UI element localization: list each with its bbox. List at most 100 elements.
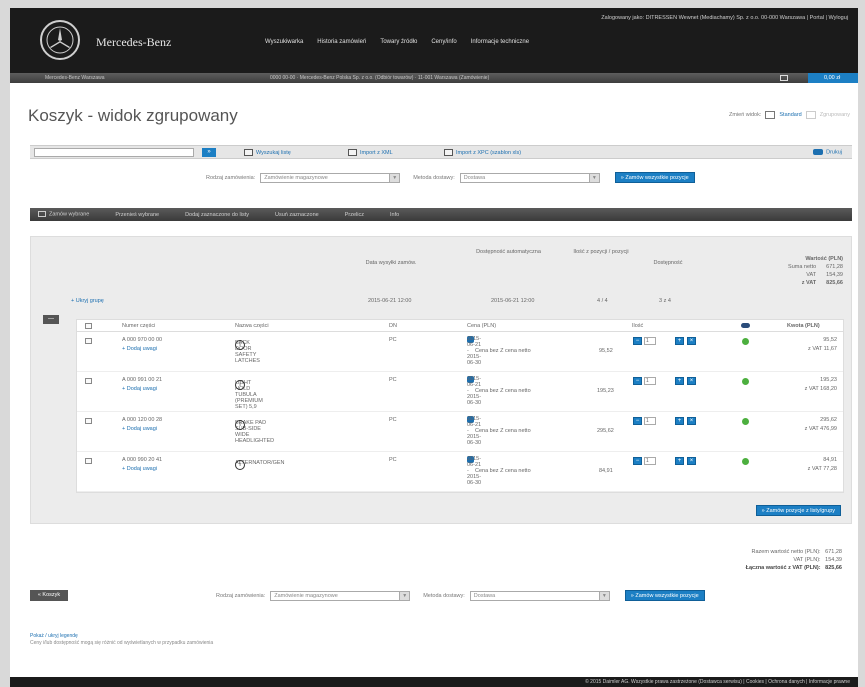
mercedes-star-logo-icon[interactable]	[40, 20, 80, 60]
qty-minus-button[interactable]: −	[633, 337, 642, 345]
delivery-select[interactable]: Dostawa ▼	[459, 172, 600, 183]
dropdown-arrow-icon: ▼	[598, 591, 609, 600]
part-number[interactable]: A 000 120 00 28	[122, 417, 162, 423]
qty-input[interactable]: 1	[644, 457, 656, 465]
dn-value: PC	[389, 337, 397, 343]
import-xpc-link[interactable]: Import z XPC (szablon xls)	[444, 149, 521, 156]
cart-total: 0,00 zł	[824, 75, 841, 81]
part-number[interactable]: A 000 970 00 00	[122, 337, 162, 343]
delivery-value: Dostawa	[473, 592, 496, 599]
dropdown-arrow-icon: ▼	[389, 173, 400, 182]
unit-price: 295,62	[597, 428, 614, 434]
nav-item[interactable]: Informacje techniczne	[471, 39, 529, 45]
qty-plus-button[interactable]: +	[675, 457, 684, 465]
nav-item[interactable]: Towary źródło	[380, 39, 417, 45]
row-amount: 95,52	[823, 337, 837, 343]
list-view-icon[interactable]	[765, 111, 776, 119]
qty-input[interactable]: 1	[644, 417, 656, 425]
add-note-link[interactable]: + Dodaj uwagi	[122, 346, 157, 352]
toolbar-move-selected[interactable]: Przenieś wybrane	[115, 212, 159, 218]
part-number[interactable]: A 000 991 00 21	[122, 377, 162, 383]
print-label: Drukuj	[826, 149, 842, 156]
collapse-group-button[interactable]: —	[43, 315, 59, 324]
price-label: Cena bez Z cena netto	[475, 468, 531, 474]
header-delivery-date: Data wysyłki zamów.	[365, 260, 417, 266]
order-group-button[interactable]: » Zamów pozycje z listy/grupy	[755, 505, 841, 516]
import-xml-link[interactable]: Import z XML	[348, 149, 393, 156]
order-type-select[interactable]: Zamówienie magazynowe ▼	[270, 590, 411, 601]
toolbar-add-to-list[interactable]: Dodaj zaznaczone do listy	[185, 212, 249, 218]
info-icon[interactable]: i	[235, 340, 245, 350]
qty-input[interactable]: 1	[644, 377, 656, 385]
monitor-icon[interactable]	[780, 75, 788, 81]
delivery-label: Metoda dostawy:	[423, 592, 465, 599]
toolbar-info[interactable]: Info	[390, 212, 399, 218]
nav-item[interactable]: Historia zamówień	[317, 39, 366, 45]
info-icon[interactable]: i	[235, 460, 245, 470]
qty-plus-button[interactable]: +	[675, 337, 684, 345]
order-all-button[interactable]: » Zamów wszystkie pozycje	[624, 590, 705, 601]
col-name[interactable]: Nazwa części	[235, 323, 269, 329]
footer[interactable]: © 2015 Daimler AG. Wszystkie prawa zastr…	[10, 677, 858, 687]
cloud-icon	[741, 323, 750, 328]
back-to-cart-button[interactable]: « Koszyk	[30, 590, 68, 601]
qty-minus-button[interactable]: −	[633, 417, 642, 425]
qty-plus-button[interactable]: +	[675, 417, 684, 425]
delete-row-button[interactable]: ×	[687, 377, 696, 385]
toolbar-order-selected[interactable]: Zamów wybrane	[38, 211, 89, 218]
qty-minus-button[interactable]: −	[633, 457, 642, 465]
legend-toggle-link[interactable]: Pokaż / ukryj legendę	[30, 633, 213, 640]
grouped-view-icon[interactable]	[805, 111, 816, 119]
qty-minus-button[interactable]: −	[633, 377, 642, 385]
toggle-group-link[interactable]: + Ukryj grupę	[71, 298, 104, 304]
qty-input[interactable]: 1	[644, 337, 656, 345]
info-icon[interactable]: i	[235, 380, 245, 390]
print-link[interactable]: Drukuj	[813, 149, 842, 155]
col-price: Cena (PLN)	[467, 323, 497, 329]
view-standard-link[interactable]: Standard	[779, 112, 801, 118]
info-icon[interactable]: i	[235, 420, 245, 430]
price-label: Cena bez Z cena netto	[475, 428, 531, 434]
group-summary-row: + Ukryj grupę 2015-06-21 12:00 2015-06-2…	[31, 297, 851, 309]
row-checkbox[interactable]	[85, 338, 92, 344]
delete-row-button[interactable]: ×	[687, 457, 696, 465]
col-value: Kwota (PLN)	[787, 323, 820, 329]
stock-status-icon	[742, 338, 749, 345]
add-note-link[interactable]: + Dodaj uwagi	[122, 426, 157, 432]
summary-row: Razem wartość netto (PLN): 671,28	[751, 549, 843, 555]
dealer-name[interactable]: Mercedes-Benz Warszawa	[45, 75, 105, 81]
cart-items-table: Numer części Nazwa części DN Cena (PLN) …	[76, 319, 844, 493]
add-note-link[interactable]: + Dodaj uwagi	[122, 386, 157, 392]
part-number[interactable]: A 000 990 20 41	[122, 457, 162, 463]
dropdown-arrow-icon: ▼	[399, 591, 410, 600]
view-grouped-link[interactable]: Zgrupowany	[820, 112, 850, 118]
toolbar-recalculate[interactable]: Przelicz	[345, 212, 364, 218]
nav-item[interactable]: Ceny/info	[431, 39, 456, 45]
row-checkbox[interactable]	[85, 418, 92, 424]
search-input[interactable]	[34, 148, 194, 157]
top-links[interactable]: Zalogowany jako: DITRESSEN Wewnet (Media…	[601, 15, 848, 21]
group-value-header: Wartość (PLN)	[805, 256, 843, 262]
row-checkbox[interactable]	[85, 378, 92, 384]
delivery-select[interactable]: Dostawa ▼	[469, 590, 610, 601]
col-part[interactable]: Numer części	[122, 323, 155, 329]
delete-row-button[interactable]: ×	[687, 417, 696, 425]
order-type-select[interactable]: Zamówienie magazynowe ▼	[260, 172, 401, 183]
action-bar: » Wyszukaj listę Import z XML Import z X…	[30, 145, 852, 159]
row-checkbox[interactable]	[85, 458, 92, 464]
cart-button[interactable]: 0,00 zł	[808, 73, 858, 83]
col-qty: Ilość	[632, 323, 644, 329]
delivery-context: 0000 00-00 · Mercedes-Benz Polska Sp. z …	[270, 75, 490, 81]
nav-item[interactable]: Wyszukiwarka	[265, 39, 303, 45]
wishlist-link[interactable]: Wyszukaj listę	[244, 149, 291, 156]
order-type-label: Rodzaj zamówienia:	[216, 592, 266, 599]
col-dn: DN	[389, 323, 397, 329]
delete-row-button[interactable]: ×	[687, 337, 696, 345]
select-all-checkbox[interactable]	[85, 323, 92, 329]
toolbar-delete-selected[interactable]: Usuń zaznaczone	[275, 212, 319, 218]
order-all-button[interactable]: » Zamów wszystkie pozycje	[614, 172, 695, 183]
qty-plus-button[interactable]: +	[675, 377, 684, 385]
header-availability: Dostępność	[653, 260, 683, 266]
search-button[interactable]: »	[202, 148, 216, 157]
add-note-link[interactable]: + Dodaj uwagi	[122, 466, 157, 472]
